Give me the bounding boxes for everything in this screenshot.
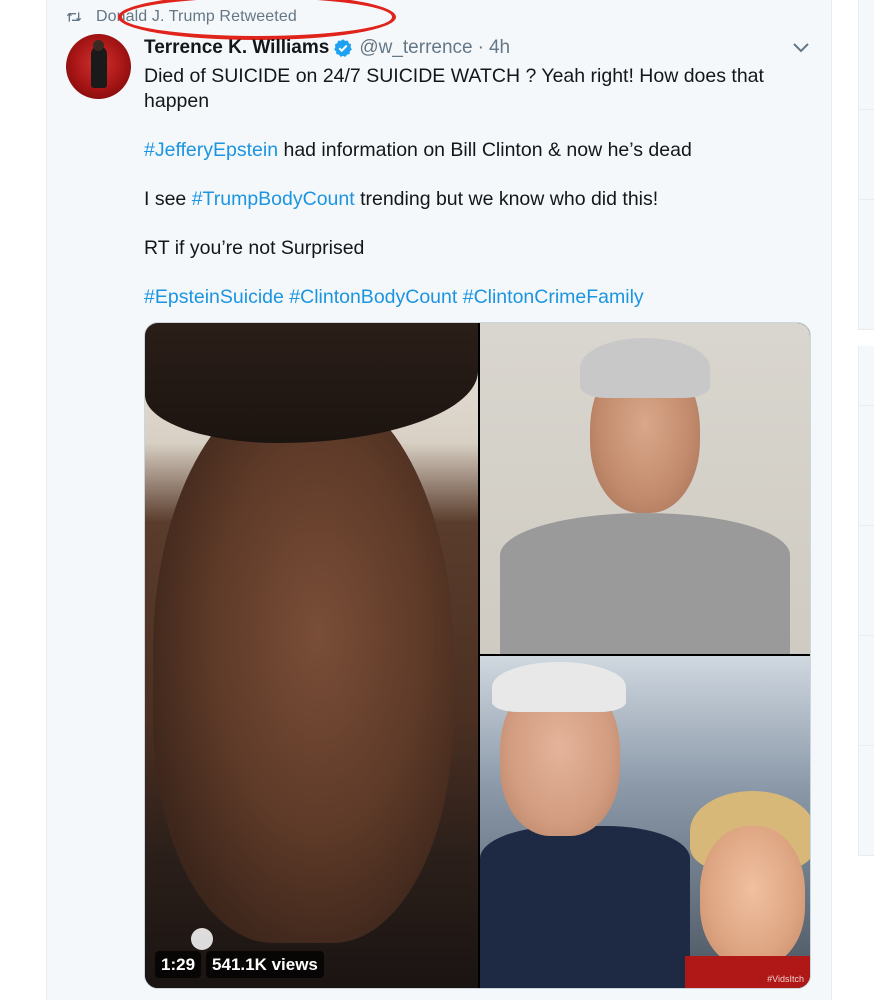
tweet-line: Died of SUICIDE on 24/7 SUICIDE WATCH ? …: [144, 65, 764, 112]
play-indicator-icon[interactable]: [191, 928, 213, 950]
shirt-shape: [500, 513, 790, 654]
avatar[interactable]: [66, 34, 131, 99]
sidebar-card: [858, 346, 874, 406]
hashtag-link[interactable]: #ClintonBodyCount: [289, 286, 457, 308]
media-video[interactable]: #VidsItch: [144, 322, 811, 989]
hashtag-link[interactable]: #EpsteinSuicide: [144, 286, 284, 308]
sidebar-card: [858, 200, 874, 330]
video-frame-left: [145, 323, 478, 988]
hair-shape: [492, 662, 626, 712]
tweet-line: #JefferyEpstein had information on Bill …: [144, 138, 814, 163]
author-handle[interactable]: @w_terrence: [359, 37, 472, 59]
retweet-icon: [66, 12, 82, 22]
tweet-line: RT if you’re not Surprised: [144, 236, 365, 259]
hashtag-line: #EpsteinSuicide #ClintonBodyCount #Clint…: [144, 285, 814, 310]
tweet-timestamp[interactable]: 4h: [489, 37, 510, 59]
separator-dot: ·: [477, 37, 484, 58]
suit-shape: [480, 826, 690, 988]
sidebar-card: [858, 526, 874, 636]
photo-bottom-right: #VidsItch: [480, 656, 810, 988]
verified-badge-icon: [334, 39, 353, 57]
sidebar-card: [858, 746, 874, 856]
hashtag-link[interactable]: #TrumpBodyCount: [192, 188, 355, 210]
left-gutter: [0, 0, 46, 1000]
sidebar-card: [858, 0, 874, 110]
sidebar-card: [858, 406, 874, 526]
avatar-head: [93, 40, 104, 51]
author-display-name[interactable]: Terrence K. Williams: [144, 37, 329, 59]
hashtag-link[interactable]: #JefferyEpstein: [144, 139, 278, 161]
chevron-down-icon[interactable]: [792, 41, 810, 55]
hair-shape: [580, 338, 710, 398]
watermark: #VidsItch: [767, 974, 804, 984]
sidebar-card: [858, 110, 874, 200]
tweet-line-text: had information on Bill Clinton & now he…: [278, 138, 692, 161]
face-photo: [153, 383, 453, 943]
tweet-line-text: I see: [144, 187, 192, 210]
retweet-context[interactable]: Donald J. Trump Retweeted: [66, 5, 297, 29]
avatar-figure: [91, 46, 107, 88]
tweet-line-text: trending but we know who did this!: [354, 187, 659, 210]
hashtag-link[interactable]: #ClintonCrimeFamily: [463, 286, 644, 308]
video-overlay: 1:29 541.1K views: [155, 951, 329, 978]
view-count: 541.1K views: [206, 951, 324, 978]
tweet-header: Terrence K. Williams @w_terrence · 4h: [144, 36, 510, 60]
hair-shape: [145, 323, 478, 443]
tweet-body: Died of SUICIDE on 24/7 SUICIDE WATCH ? …: [144, 64, 814, 309]
video-duration: 1:29: [155, 951, 202, 978]
retweet-label[interactable]: Donald J. Trump Retweeted: [96, 8, 297, 26]
sidebar-card: [858, 636, 874, 746]
face-photo: [700, 826, 805, 966]
photo-top-right: [480, 323, 810, 654]
tweet-line: I see #TrumpBodyCount trending but we kn…: [144, 187, 814, 212]
